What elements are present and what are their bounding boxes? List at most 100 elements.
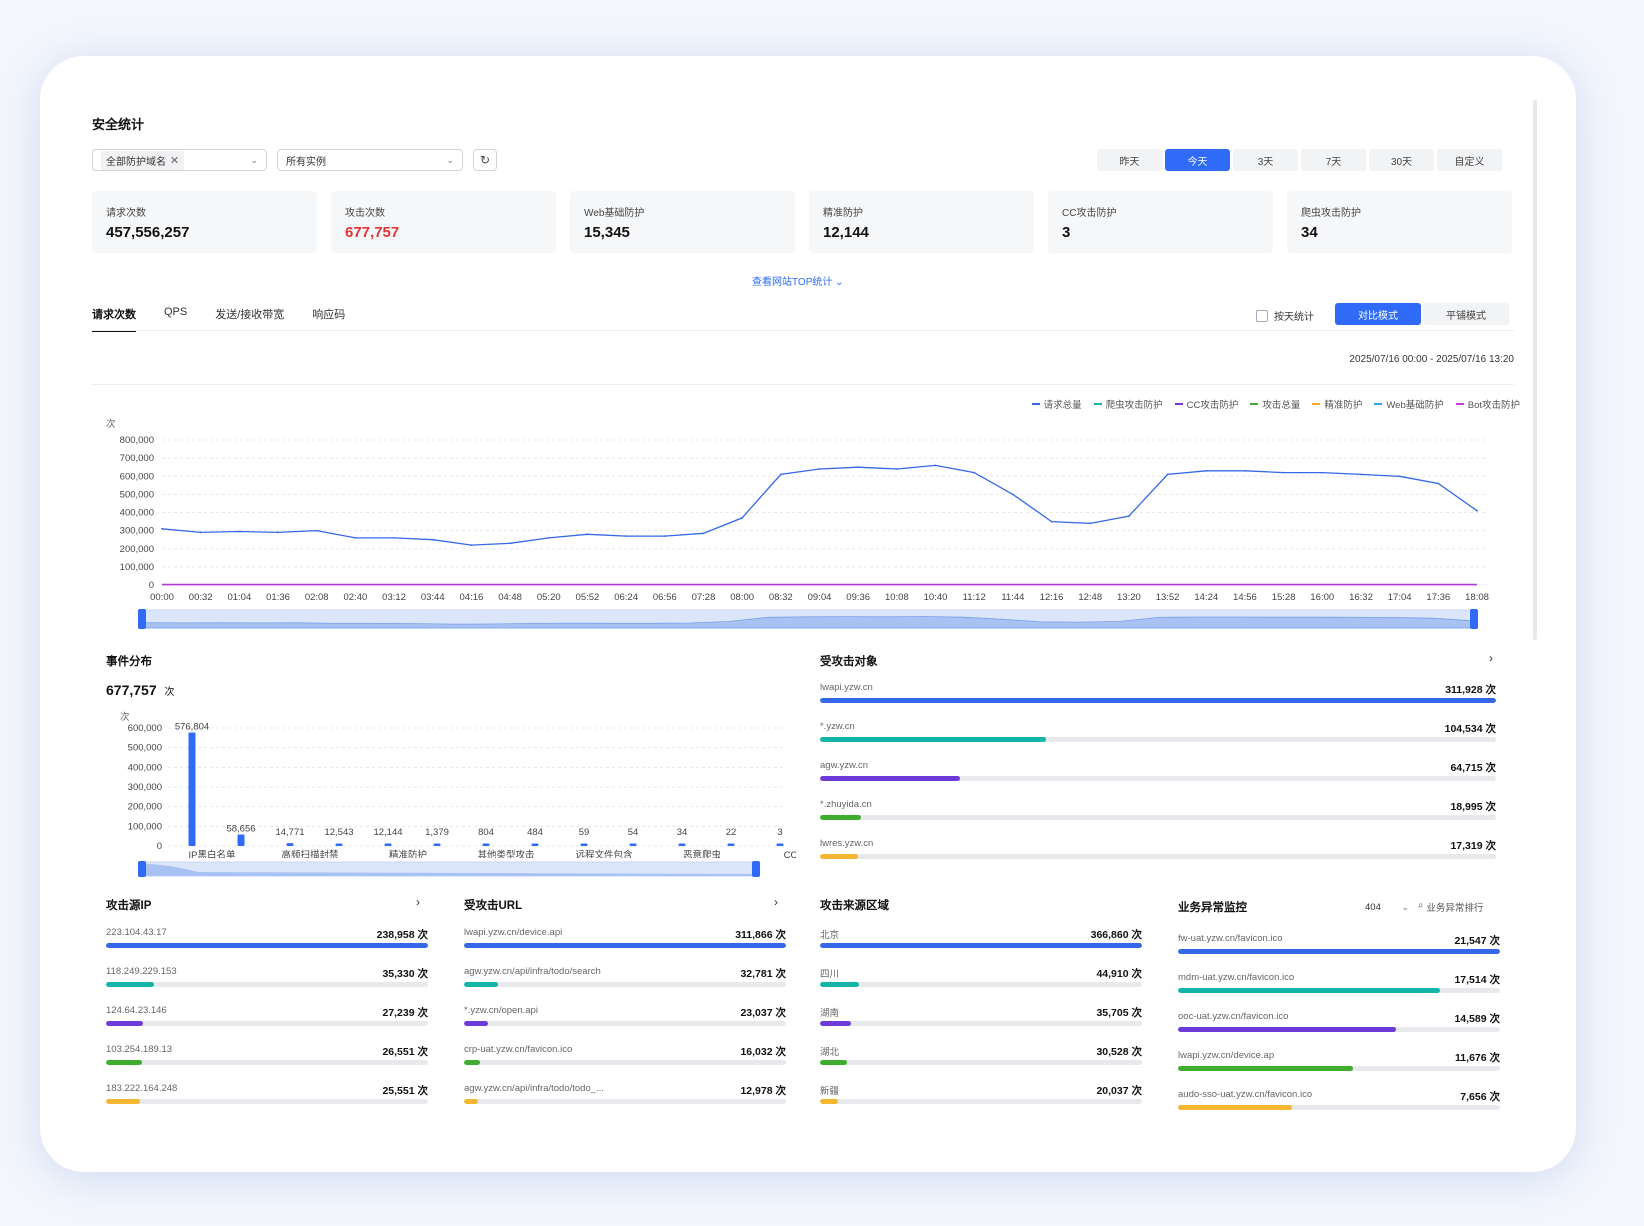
tab-2[interactable]: 发送/接收带宽: [215, 306, 284, 332]
bar[interactable]: [384, 843, 392, 847]
rank-row[interactable]: agw.yzw.cn/api/infra/todo/search 32,781 次: [464, 966, 786, 990]
tab-1[interactable]: QPS: [164, 306, 187, 332]
x-tick-label: 01:04: [227, 592, 251, 603]
series-point: [1205, 469, 1208, 472]
y-tick-label: 200,000: [128, 802, 162, 813]
x-tick-label: 01:36: [266, 592, 290, 603]
tab-3[interactable]: 响应码: [312, 306, 345, 332]
slider-handle-right[interactable]: [752, 861, 760, 877]
rank-row[interactable]: 118.249.229.153 35,330 次: [106, 966, 428, 990]
bar-zoom-slider[interactable]: [138, 860, 760, 878]
range-button-1[interactable]: 今天: [1165, 149, 1230, 171]
bar[interactable]: [482, 843, 490, 847]
bar[interactable]: [188, 732, 196, 846]
stat-card[interactable]: Web基础防护 15,345: [570, 191, 795, 253]
stat-card[interactable]: CC攻击防护 3: [1048, 191, 1273, 253]
stat-card[interactable]: 精准防护 12,144: [809, 191, 1034, 253]
tab-0[interactable]: 请求次数: [92, 306, 136, 332]
stat-card-value: 12,144: [823, 224, 869, 241]
x-tick-label: 恶意爬虫: [683, 849, 722, 858]
rank-row[interactable]: 湖北 30,528 次: [820, 1044, 1142, 1068]
rank-row[interactable]: 124.64.23.146 27,239 次: [106, 1005, 428, 1029]
rank-label: 118.249.229.153: [106, 966, 177, 977]
rank-row[interactable]: 北京 366,860 次: [820, 927, 1142, 951]
rank-row[interactable]: crp-uat.yzw.cn/favicon.ico 16,032 次: [464, 1044, 786, 1068]
rank-row[interactable]: *.yzw.cn 104,534 次: [820, 721, 1496, 745]
rank-row[interactable]: 新疆 20,037 次: [820, 1083, 1142, 1107]
x-tick-label: 03:44: [421, 592, 445, 603]
rank-row[interactable]: mdm-uat.yzw.cn/favicon.ico 17,514 次: [1178, 972, 1500, 996]
rank-row[interactable]: lwres.yzw.cn 17,319 次: [820, 838, 1496, 862]
rank-label: agw.yzw.cn/api/infra/todo/search: [464, 966, 601, 977]
slider-handle-left[interactable]: [138, 861, 146, 877]
domain-select[interactable]: 全部防护域名 ✕ ⌄: [92, 149, 267, 171]
range-button-5[interactable]: 自定义: [1437, 149, 1502, 171]
by-day-checkbox[interactable]: 按天统计: [1256, 308, 1314, 323]
bar[interactable]: [776, 843, 784, 847]
range-button-3[interactable]: 7天: [1301, 149, 1366, 171]
stat-card[interactable]: 请求次数 457,556,257: [92, 191, 317, 253]
rank-fill: [464, 982, 498, 987]
rank-row[interactable]: lwapi.yzw.cn 311,928 次: [820, 682, 1496, 706]
series-point: [1128, 515, 1130, 518]
y-tick-label: 200,000: [120, 544, 154, 555]
chevron-right-icon[interactable]: ›: [1489, 651, 1493, 665]
range-button-0[interactable]: 昨天: [1097, 149, 1162, 171]
rank-track: [464, 1060, 786, 1065]
rank-row[interactable]: fw-uat.yzw.cn/favicon.ico 21,547 次: [1178, 933, 1500, 957]
series-point: [393, 536, 395, 539]
rank-row[interactable]: *.yzw.cn/open.api 23,037 次: [464, 1005, 786, 1029]
rank-row[interactable]: *.zhuyida.cn 18,995 次: [820, 799, 1496, 823]
bar[interactable]: [678, 843, 686, 847]
y-tick-label: 600,000: [120, 471, 154, 482]
scrollbar[interactable]: [1533, 100, 1537, 640]
refresh-button[interactable]: ↻: [473, 149, 497, 171]
stat-card[interactable]: 攻击次数 677,757: [331, 191, 556, 253]
bar[interactable]: [580, 843, 588, 847]
rank-track: [1178, 1027, 1500, 1032]
bar[interactable]: [629, 843, 637, 847]
rank-row[interactable]: 四川 44,910 次: [820, 966, 1142, 990]
x-tick-label: 18:08: [1465, 592, 1489, 603]
rank-row[interactable]: 湖南 35,705 次: [820, 1005, 1142, 1029]
biz-rank-label: 业务异常排行: [1426, 903, 1484, 914]
slider-handle-left[interactable]: [138, 609, 146, 629]
rank-row[interactable]: audo-sso-uat.yzw.cn/favicon.ico 7,656 次: [1178, 1089, 1500, 1113]
bar[interactable]: [433, 843, 441, 847]
rank-label: 103.254.189.13: [106, 1044, 173, 1055]
site-top-stats-link[interactable]: 查看网站TOP统计 ⌄: [752, 273, 844, 288]
rank-row[interactable]: 183.222.164.248 25,551 次: [106, 1083, 428, 1107]
x-tick-label: 03:12: [382, 592, 406, 603]
chevron-right-icon[interactable]: ›: [416, 895, 420, 909]
bar[interactable]: [727, 843, 735, 847]
rank-track: [820, 815, 1496, 820]
series-point: [818, 468, 821, 470]
chart-zoom-slider[interactable]: [138, 607, 1478, 631]
bar[interactable]: [335, 843, 343, 847]
instance-select[interactable]: 所有实例 ⌄: [277, 149, 463, 171]
bar[interactable]: [237, 834, 245, 846]
status-code-select[interactable]: 404 ⌄: [1365, 898, 1409, 916]
rank-row[interactable]: agw.yzw.cn 64,715 次: [820, 760, 1496, 784]
rank-row[interactable]: 223.104.43.17 238,958 次: [106, 927, 428, 951]
rank-row[interactable]: ooc-uat.yzw.cn/favicon.ico 14,589 次: [1178, 1011, 1500, 1035]
rank-row[interactable]: lwapi.yzw.cn/device.api 311,866 次: [464, 927, 786, 951]
checkbox-box[interactable]: [1256, 309, 1268, 322]
rank-row[interactable]: lwapi.yzw.cn/device.ap 11,676 次: [1178, 1050, 1500, 1074]
rank-track: [820, 698, 1496, 703]
slider-handle-right[interactable]: [1470, 609, 1478, 629]
y-tick-label: 300,000: [120, 526, 154, 537]
rank-row[interactable]: 103.254.189.13 26,551 次: [106, 1044, 428, 1068]
close-icon[interactable]: ✕: [170, 154, 179, 167]
stat-card[interactable]: 爬虫攻击防护 34: [1287, 191, 1512, 253]
rank-row[interactable]: agw.yzw.cn/api/infra/todo/todo_... 12,978…: [464, 1083, 786, 1107]
range-button-2[interactable]: 3天: [1233, 149, 1298, 171]
bar[interactable]: [286, 843, 294, 846]
bar[interactable]: [531, 843, 539, 847]
mode-button-1[interactable]: 平铺模式: [1423, 303, 1509, 325]
range-button-4[interactable]: 30天: [1369, 149, 1434, 171]
chevron-down-icon: ⌄: [1401, 901, 1409, 912]
mode-button-0[interactable]: 对比模式: [1335, 303, 1421, 325]
biz-rank-link[interactable]: ⌕ 业务异常排行: [1418, 900, 1483, 914]
chevron-right-icon[interactable]: ›: [774, 895, 778, 909]
